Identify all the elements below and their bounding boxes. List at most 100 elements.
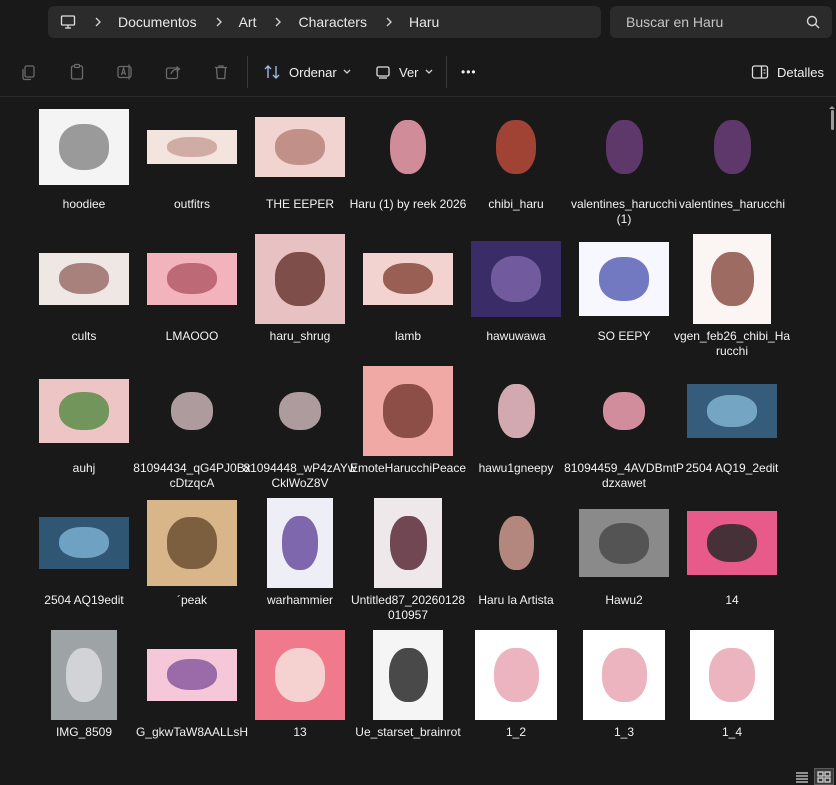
chevron-right-icon[interactable]: [211, 14, 227, 30]
computer-icon[interactable]: [60, 14, 76, 30]
thumbnail-frame: [132, 101, 252, 193]
file-item[interactable]: hawuwawa: [456, 233, 576, 344]
rename-icon[interactable]: [114, 62, 136, 82]
file-item[interactable]: G_gkwTaW8AALLsH: [132, 629, 252, 740]
file-name: G_gkwTaW8AALLsH: [135, 725, 249, 739]
details-pane-button[interactable]: Detalles: [751, 62, 824, 82]
thumbnail-frame: [348, 101, 468, 193]
file-item[interactable]: outfitrs: [132, 101, 252, 212]
search-icon[interactable]: [806, 15, 820, 29]
file-name: 1_3: [613, 725, 635, 739]
file-item[interactable]: valentines_harucchi (1): [564, 101, 684, 227]
artwork-shape: [275, 252, 325, 306]
file-item[interactable]: valentines_harucchi: [672, 101, 792, 212]
breadcrumb-documentos[interactable]: Documentos: [118, 14, 197, 30]
chevron-down-icon: [343, 69, 351, 74]
file-item[interactable]: EmoteHarucchiPeace: [348, 365, 468, 476]
thumbnail-frame: [132, 629, 252, 721]
file-item[interactable]: Untitled87_20260128010957: [348, 497, 468, 623]
thumbnail-frame: [564, 365, 684, 457]
chevron-right-icon[interactable]: [90, 14, 106, 30]
file-grid: hoodiee outfitrs THE EEPER Haru (1) by reek…: [8, 97, 828, 767]
file-item[interactable]: ´peak: [132, 497, 252, 608]
file-item[interactable]: chibi_haru: [456, 101, 576, 212]
thumbnail-frame: [456, 233, 576, 325]
image-thumbnail: [255, 117, 345, 177]
sort-button[interactable]: Ordenar: [263, 62, 359, 82]
file-item[interactable]: THE EEPER: [240, 101, 360, 212]
thumbnail-frame: [348, 365, 468, 457]
file-item[interactable]: Hawu2: [564, 497, 684, 608]
artwork-shape: [605, 120, 643, 174]
file-item[interactable]: Haru (1) by reek 2026: [348, 101, 468, 212]
image-thumbnail: [690, 630, 774, 720]
copy-icon[interactable]: [18, 62, 40, 82]
view-button[interactable]: Ver: [375, 62, 441, 82]
file-name: 14: [725, 593, 739, 607]
artwork-shape: [279, 392, 321, 430]
thumbnail-frame: [240, 497, 360, 589]
image-thumbnail: [255, 630, 345, 720]
file-name: 81094448_wP4zAYwCklWoZ8V: [243, 461, 357, 490]
file-item[interactable]: SO EEPY: [564, 233, 684, 344]
artwork-shape: [491, 256, 541, 302]
file-item[interactable]: 1_2: [456, 629, 576, 740]
file-item[interactable]: vgen_feb26_chibi_Harucchi: [672, 233, 792, 359]
artwork-shape: [713, 120, 751, 174]
image-thumbnail: [698, 102, 766, 192]
file-item[interactable]: 81094434_qG4PJ0BxcDtzqcA: [132, 365, 252, 491]
sort-icon: [264, 65, 280, 79]
share-icon[interactable]: [162, 62, 184, 82]
file-item[interactable]: hoodiee: [24, 101, 144, 212]
file-name: lamb: [394, 329, 421, 343]
file-item[interactable]: LMAOOO: [132, 233, 252, 344]
file-item[interactable]: 1_3: [564, 629, 684, 740]
search-input[interactable]: [624, 13, 798, 31]
file-name: THE EEPER: [265, 197, 334, 211]
file-item[interactable]: 81094459_4AVDBmtPdzxawet: [564, 365, 684, 491]
file-item[interactable]: Ue_starset_brainrot: [348, 629, 468, 740]
image-thumbnail: [39, 379, 129, 443]
breadcrumb-characters[interactable]: Characters: [298, 14, 366, 30]
breadcrumb-art[interactable]: Art: [239, 14, 257, 30]
image-thumbnail: [471, 241, 561, 317]
file-item[interactable]: 2504 AQ19_2edit: [672, 365, 792, 476]
search-box[interactable]: [610, 6, 832, 38]
file-item[interactable]: hawu1gneepy: [456, 365, 576, 476]
artwork-shape: [59, 263, 109, 294]
file-item[interactable]: 13: [240, 629, 360, 740]
chevron-right-icon[interactable]: [381, 14, 397, 30]
file-item[interactable]: 1_4: [672, 629, 792, 740]
artwork-shape: [710, 252, 754, 306]
file-item[interactable]: 14: [672, 497, 792, 608]
address-bar[interactable]: Documentos Art Characters Haru: [48, 6, 601, 38]
file-item[interactable]: 2504 AQ19edit: [24, 497, 144, 608]
file-item[interactable]: haru_shrug: [240, 233, 360, 344]
file-item[interactable]: warhammier: [240, 497, 360, 608]
chevron-right-icon[interactable]: [270, 14, 286, 30]
chevron-down-icon: [425, 69, 432, 74]
image-thumbnail: [39, 109, 129, 185]
view-icon: [376, 66, 390, 79]
thumbnail-frame: [24, 629, 144, 721]
breadcrumb-haru[interactable]: Haru: [409, 14, 439, 30]
file-item[interactable]: lamb: [348, 233, 468, 344]
paste-icon[interactable]: [66, 62, 88, 82]
file-item[interactable]: auhj: [24, 365, 144, 476]
thumbnail-frame: [672, 629, 792, 721]
file-item[interactable]: 81094448_wP4zAYwCklWoZ8V: [240, 365, 360, 491]
scrollbar-thumb[interactable]: [831, 110, 834, 130]
thumbnail-frame: [672, 101, 792, 193]
details-view-icon[interactable]: [792, 768, 812, 785]
more-options-button[interactable]: •••: [461, 62, 477, 82]
large-icons-view-icon[interactable]: [814, 768, 834, 785]
details-pane-icon: [751, 65, 769, 79]
file-name: 81094459_4AVDBmtPdzxawet: [564, 461, 684, 490]
file-item[interactable]: IMG_8509: [24, 629, 144, 740]
thumbnail-frame: [564, 629, 684, 721]
thumbnail-frame: [24, 233, 144, 325]
file-item[interactable]: cults: [24, 233, 144, 344]
file-item[interactable]: Haru la Artista: [456, 497, 576, 608]
vertical-scrollbar[interactable]: [828, 104, 836, 764]
delete-icon[interactable]: [210, 62, 232, 82]
